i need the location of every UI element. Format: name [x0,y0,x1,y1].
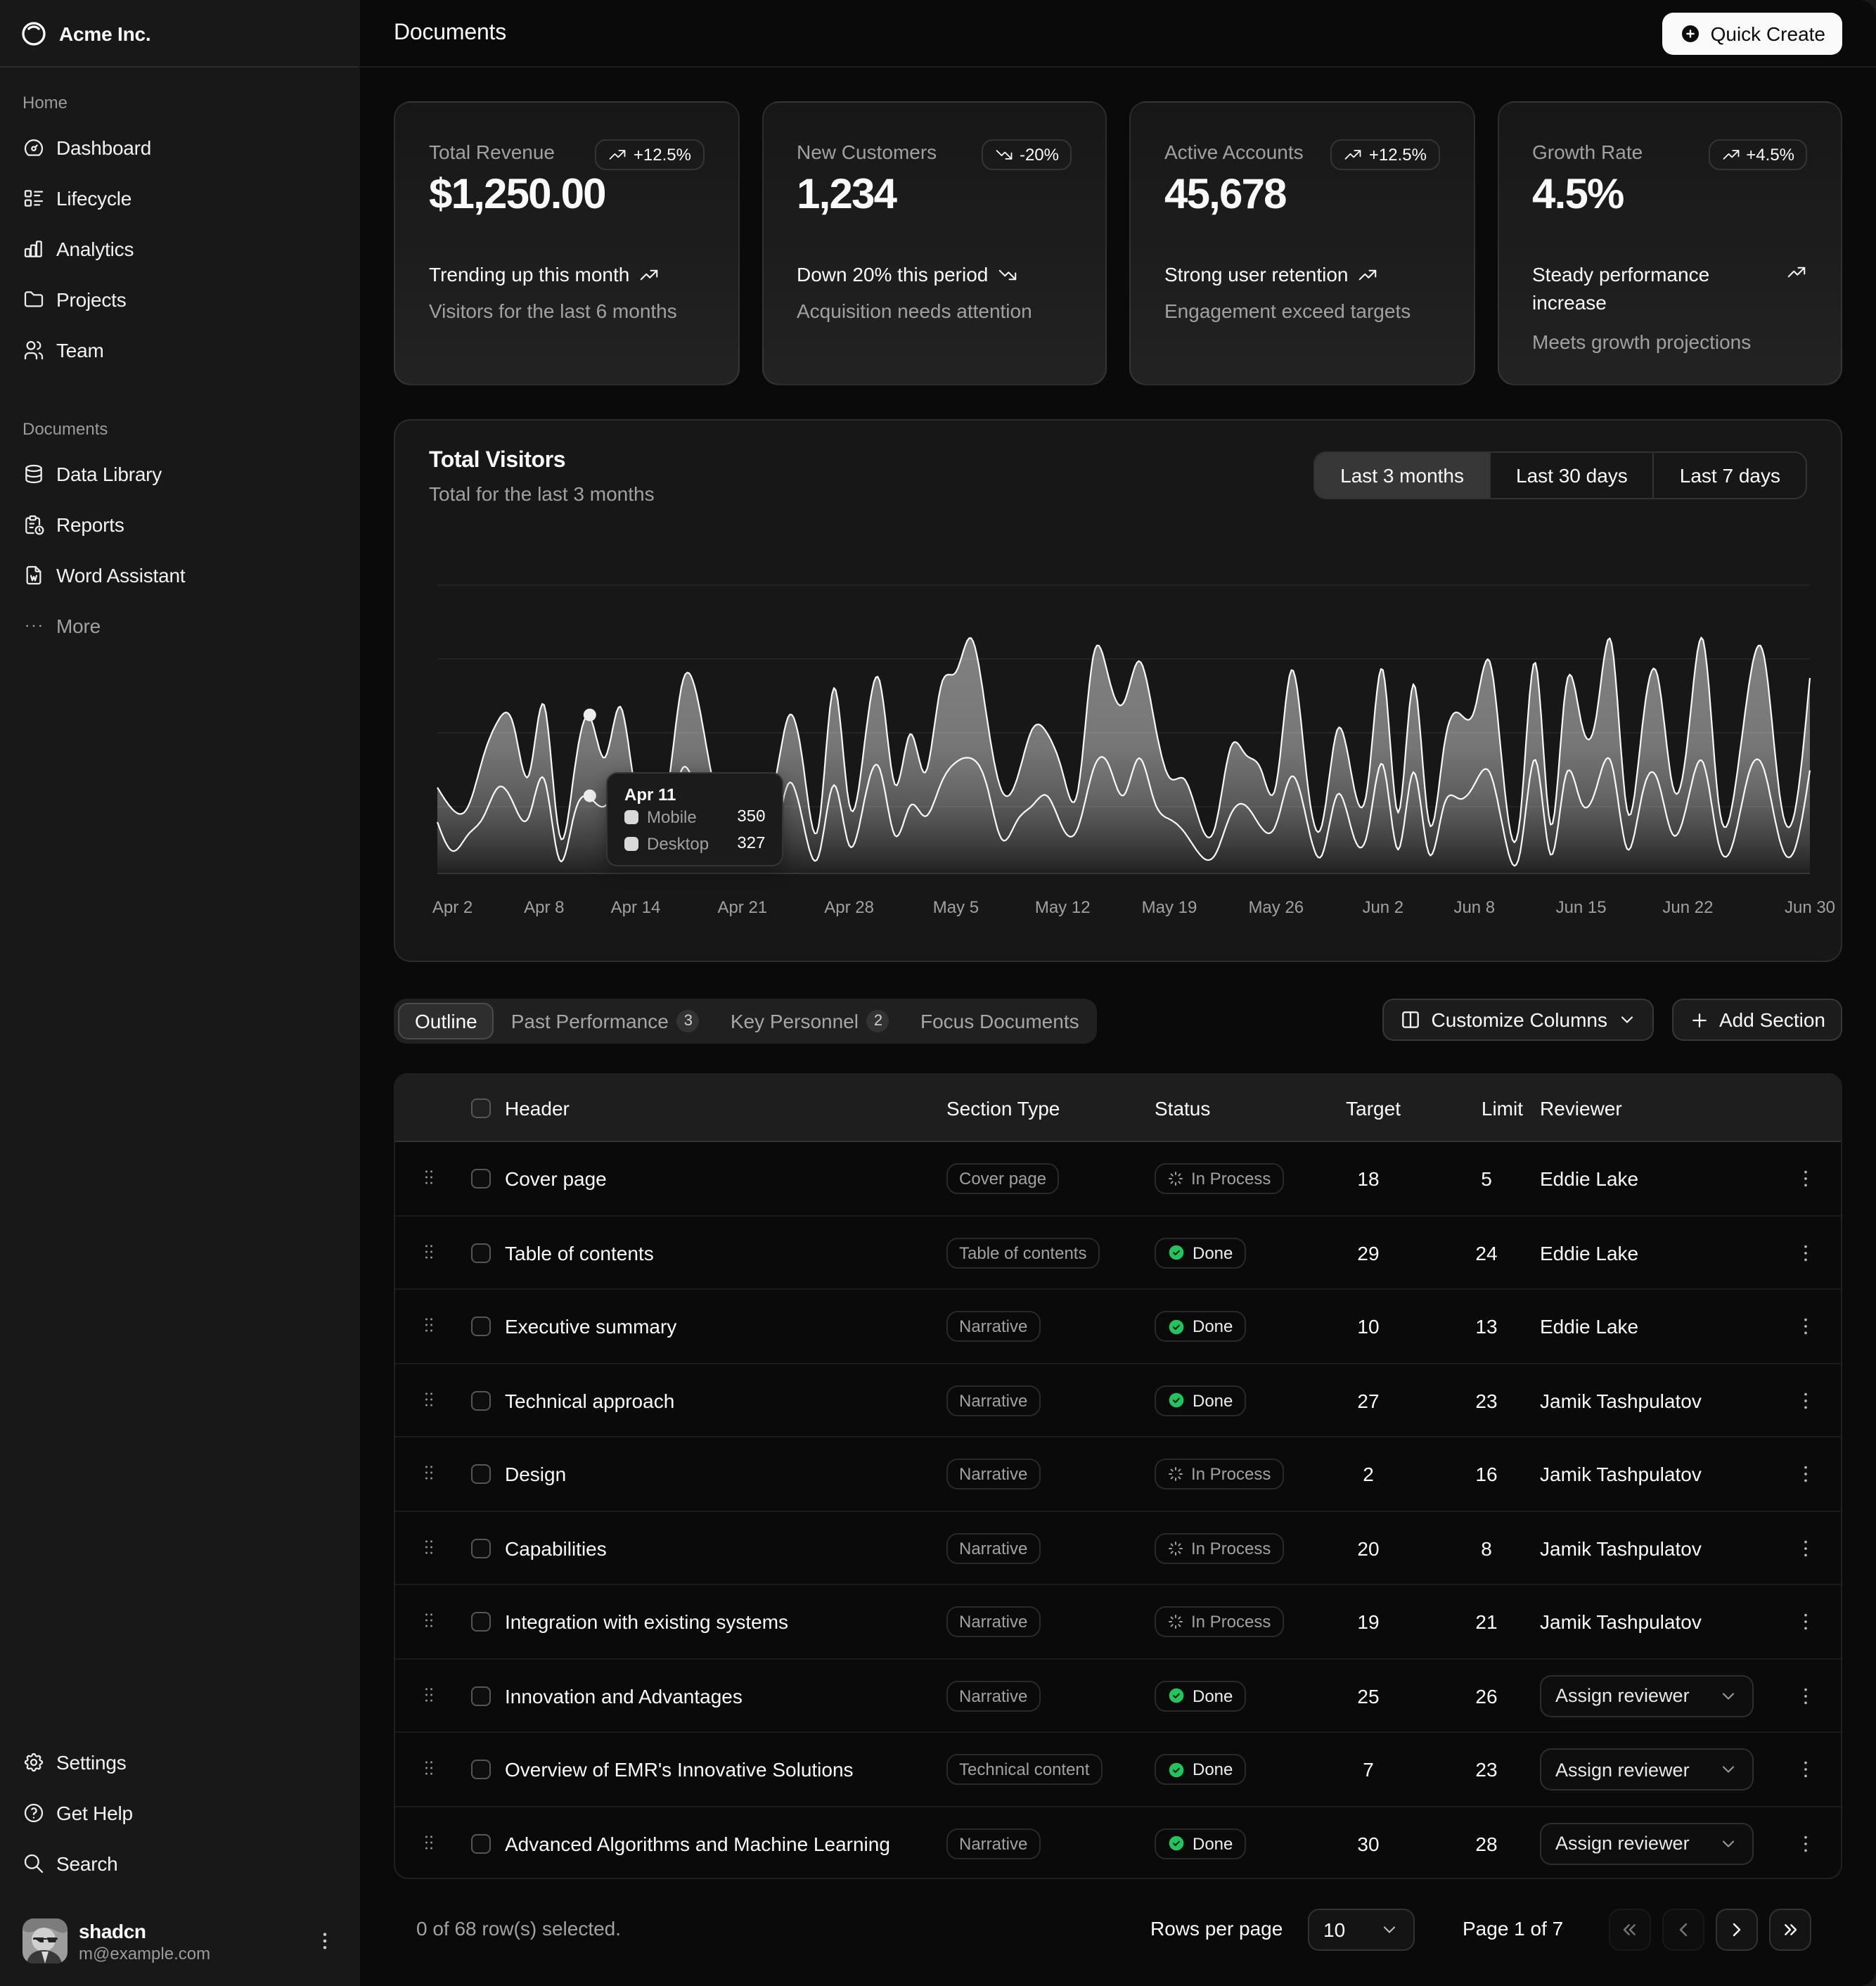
svg-text:May 19: May 19 [1142,898,1197,917]
svg-text:Jun 22: Jun 22 [1662,898,1713,917]
svg-text:Apr 8: Apr 8 [524,898,564,917]
svg-text:Jun 30: Jun 30 [1785,898,1835,917]
svg-text:Jun 15: Jun 15 [1556,898,1607,917]
svg-text:May 12: May 12 [1035,898,1091,917]
svg-text:May 26: May 26 [1248,898,1304,917]
svg-text:Apr 14: Apr 14 [611,898,661,917]
svg-text:Jun 2: Jun 2 [1362,898,1403,917]
svg-text:Apr 21: Apr 21 [717,898,767,917]
svg-text:Apr 28: Apr 28 [824,898,874,917]
svg-text:Jun 8: Jun 8 [1453,898,1495,917]
svg-text:May 5: May 5 [933,898,979,917]
svg-text:Apr 2: Apr 2 [432,898,473,917]
